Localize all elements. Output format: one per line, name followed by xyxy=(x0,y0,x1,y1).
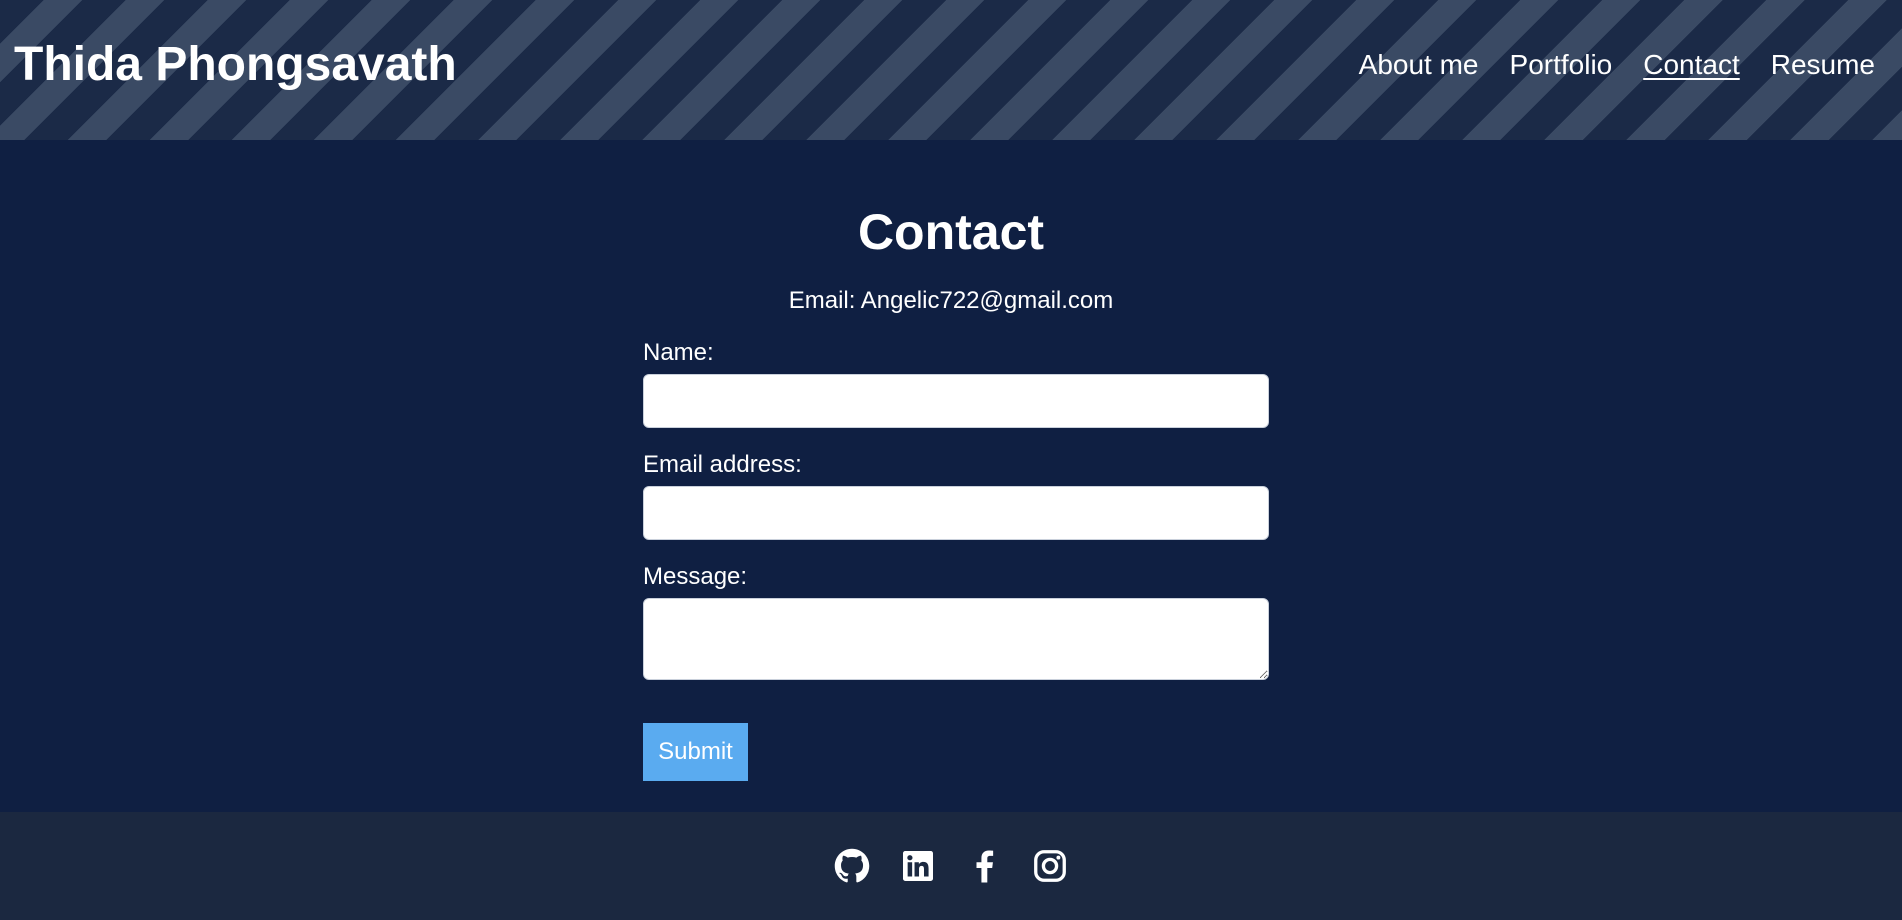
linkedin-link[interactable] xyxy=(900,848,936,884)
site-footer xyxy=(0,812,1902,920)
page-title: Contact xyxy=(857,204,1045,260)
linkedin-icon xyxy=(903,851,933,881)
message-textarea[interactable] xyxy=(643,598,1269,680)
email-input[interactable] xyxy=(643,486,1269,540)
message-label: Message: xyxy=(643,563,748,590)
nav-link-about-me[interactable]: About me xyxy=(1359,46,1479,84)
nav-link-resume[interactable]: Resume xyxy=(1771,46,1875,84)
submit-button[interactable]: Submit xyxy=(643,723,748,781)
facebook-icon xyxy=(976,850,994,883)
facebook-link[interactable] xyxy=(966,848,1002,884)
main-nav: About me Portfolio Contact Resume xyxy=(1359,46,1875,84)
contact-section: Contact Email: Angelic722@gmail.com Name… xyxy=(0,140,1902,812)
github-icon xyxy=(834,848,870,883)
site-brand[interactable]: Thida Phongsavath xyxy=(14,36,457,94)
contact-email: Email: Angelic722@gmail.com xyxy=(788,287,1114,314)
contact-form: Name: Email address: Message: Submit xyxy=(643,338,1269,781)
site-header: Thida Phongsavath About me Portfolio Con… xyxy=(0,0,1902,140)
nav-link-contact[interactable]: Contact xyxy=(1643,46,1740,84)
social-links xyxy=(0,848,1902,884)
instagram-link[interactable] xyxy=(1032,848,1068,884)
email-label: Email address: xyxy=(643,451,802,478)
name-input[interactable] xyxy=(643,374,1269,428)
name-label: Name: xyxy=(643,339,714,366)
instagram-icon xyxy=(1034,850,1066,882)
nav-link-portfolio[interactable]: Portfolio xyxy=(1510,46,1613,84)
github-link[interactable] xyxy=(834,848,870,884)
page: Thida Phongsavath About me Portfolio Con… xyxy=(0,0,1902,920)
